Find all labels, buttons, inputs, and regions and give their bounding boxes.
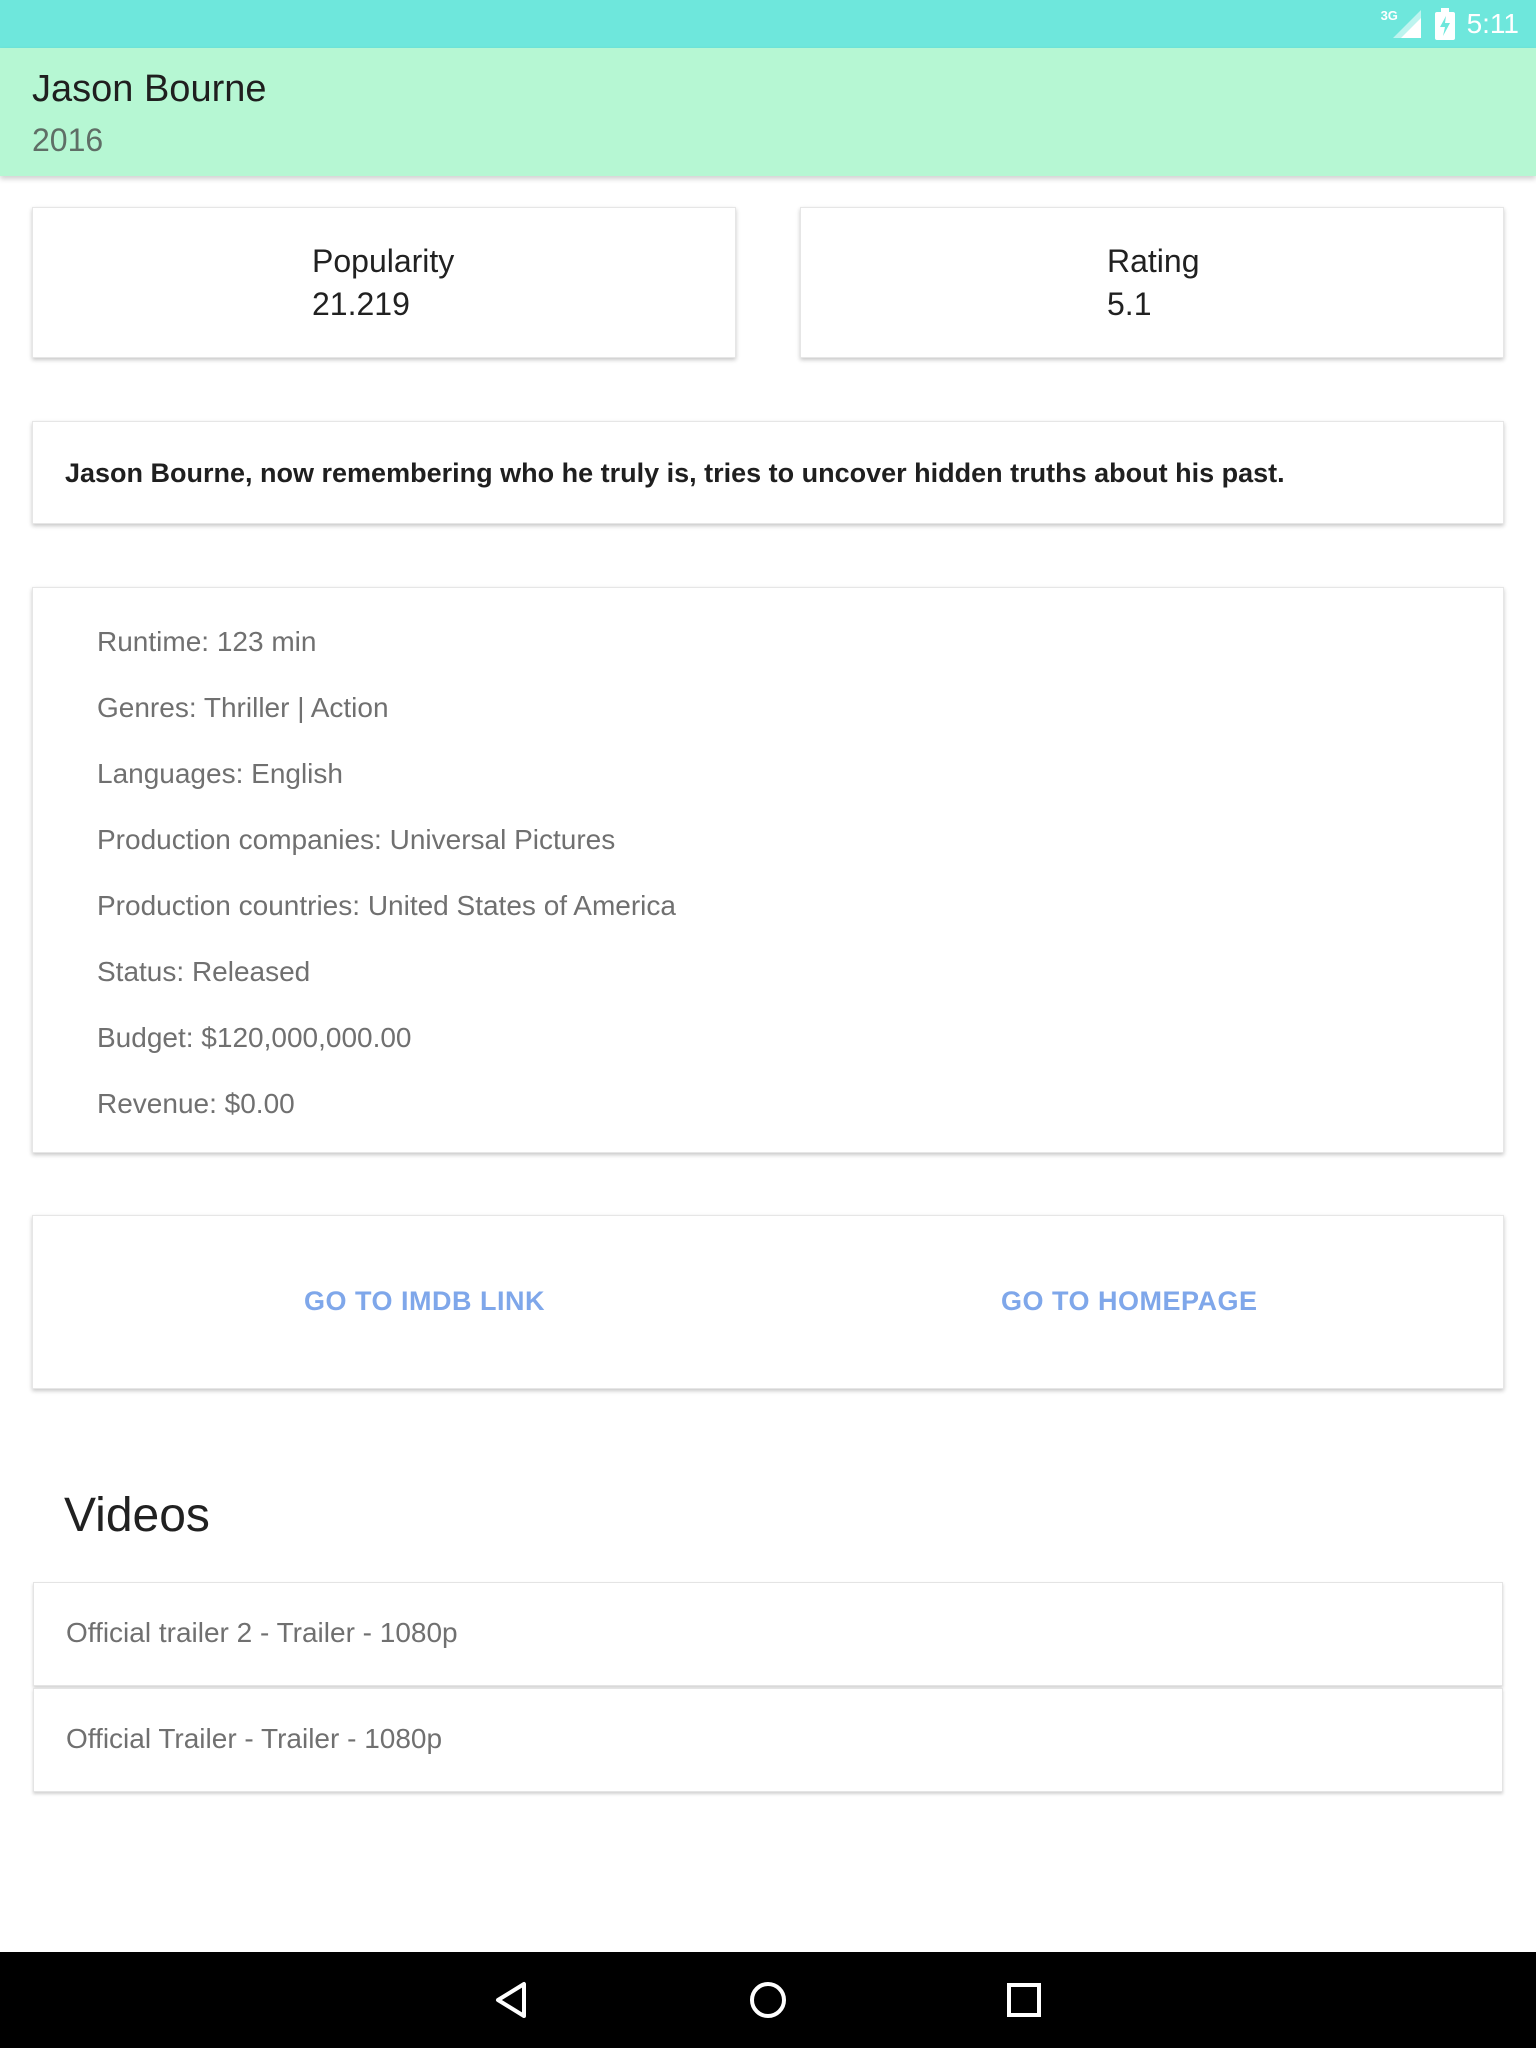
details-card: Runtime: 123 min Genres: Thriller | Acti… — [32, 587, 1504, 1153]
video-title: Official Trailer - Trailer - 1080p — [66, 1723, 443, 1754]
links-card: GO TO IMDB LINK GO TO HOMEPAGE — [32, 1215, 1504, 1389]
overview-text: Jason Bourne, now remembering who he tru… — [65, 458, 1285, 488]
status-time: 5:11 — [1466, 8, 1519, 39]
battery-charging-icon — [1434, 8, 1455, 40]
detail-genres: Genres: Thriller | Action — [97, 692, 389, 723]
rating-label: Rating — [1107, 243, 1200, 279]
detail-production-companies: Production companies: Universal Pictures — [97, 824, 616, 855]
video-item[interactable]: Official trailer 2 - Trailer - 1080p — [33, 1582, 1503, 1686]
homepage-link-button[interactable]: GO TO HOMEPAGE — [1001, 1286, 1258, 1317]
videos-heading: Videos — [64, 1489, 210, 1542]
status-bar: 3G 5:11 — [0, 0, 1536, 48]
signal-icon — [1392, 10, 1421, 38]
detail-revenue: Revenue: $0.00 — [97, 1088, 295, 1119]
page-title: Jason Bourne — [32, 68, 267, 110]
release-year: 2016 — [32, 122, 104, 158]
home-button[interactable] — [744, 1976, 792, 2024]
navigation-bar — [0, 1952, 1536, 2048]
video-title: Official trailer 2 - Trailer - 1080p — [66, 1617, 458, 1648]
back-button[interactable] — [488, 1976, 536, 2024]
recents-icon — [1007, 1983, 1041, 2017]
rating-value: 5.1 — [1107, 286, 1152, 322]
home-icon — [750, 1982, 786, 2018]
recents-button[interactable] — [1000, 1976, 1048, 2024]
detail-languages: Languages: English — [97, 758, 343, 789]
detail-status: Status: Released — [97, 956, 311, 987]
network-indicator: 3G — [1381, 6, 1421, 42]
status-icons: 3G 5:11 — [1381, 0, 1519, 48]
popularity-card: Popularity 21.219 — [32, 207, 736, 358]
back-icon — [496, 1982, 526, 2018]
detail-runtime: Runtime: 123 min — [97, 626, 317, 657]
imdb-link-button[interactable]: GO TO IMDB LINK — [304, 1286, 545, 1317]
popularity-label: Popularity — [312, 243, 455, 279]
popularity-value: 21.219 — [312, 286, 410, 322]
video-item[interactable]: Official Trailer - Trailer - 1080p — [33, 1688, 1503, 1792]
overview-card: Jason Bourne, now remembering who he tru… — [32, 421, 1504, 524]
detail-production-countries: Production countries: United States of A… — [97, 890, 676, 921]
app-bar: Jason Bourne 2016 — [0, 48, 1536, 176]
rating-card: Rating 5.1 — [800, 207, 1504, 358]
detail-budget: Budget: $120,000,000.00 — [97, 1022, 412, 1053]
